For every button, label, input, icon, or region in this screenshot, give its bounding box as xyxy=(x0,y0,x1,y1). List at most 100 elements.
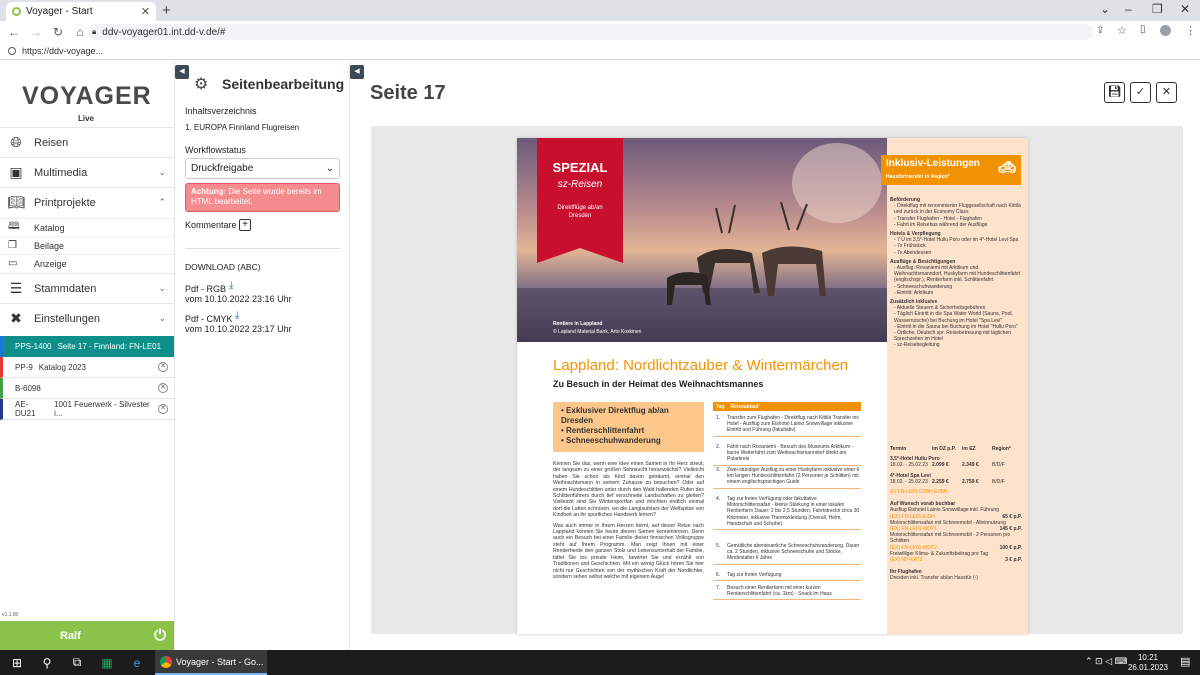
project-tab-b-6098[interactable]: B-6098 ✕ xyxy=(0,378,174,399)
extra-code: (EX) NH-KAT2 xyxy=(890,557,923,564)
side-panel-icon[interactable]: ▯ xyxy=(1140,24,1146,35)
itinerary-row: 2. Fahrt nach Rovaniemi - Besuch des Muse… xyxy=(713,442,861,466)
price-col: Termin xyxy=(890,446,907,452)
workflow-status-select[interactable]: Druckfreigabe ⌄ xyxy=(185,158,340,179)
insert-icon: ❐ xyxy=(8,240,17,251)
day-description: Fahrt nach Rovaniemi - Besuch des Museum… xyxy=(727,444,854,463)
day-description: Tag zur freien Verfügung oder fakultativ… xyxy=(727,496,860,527)
project-name: Katalog 2023 xyxy=(38,362,86,372)
url-field[interactable]: 🔒︎ ddv-voyager01.int.dd-v.de/# xyxy=(88,24,1093,40)
sub-katalog[interactable]: 🕮︎ Katalog xyxy=(0,218,174,236)
nav-einstellungen[interactable]: ✖︎ Einstellungen ⌄ xyxy=(0,303,174,333)
home-icon[interactable]: ⌂ xyxy=(72,25,88,39)
close-project-icon[interactable]: ✕ xyxy=(158,383,168,393)
day-number: 2. xyxy=(716,444,721,450)
back-icon[interactable]: ← xyxy=(6,25,22,39)
browser-tab[interactable]: Voyager - Start ✕ xyxy=(6,2,156,21)
inclusive-item: - Direktflug mit renommierter Fluggesell… xyxy=(894,203,1021,216)
price-cell: 18.02. - 25.02.23 xyxy=(890,478,928,485)
url-text: ddv-voyager01.int.dd-v.de/# xyxy=(102,26,226,38)
restore-icon[interactable]: ❐ xyxy=(1152,2,1163,16)
bookmark-link[interactable]: https://ddv-voyage... xyxy=(22,46,103,56)
project-code: PPS-1400 xyxy=(15,342,52,351)
add-comment-icon[interactable]: + xyxy=(239,219,251,231)
price-cell: 2.349 € xyxy=(962,462,979,469)
download-icon[interactable]: ⤓ xyxy=(235,310,239,321)
share-icon[interactable]: ⇪ xyxy=(1096,25,1104,36)
price-cell: B/D/F xyxy=(992,478,1005,485)
confirm-button[interactable]: ✓ xyxy=(1130,82,1151,103)
minimize-icon[interactable]: – xyxy=(1125,2,1132,16)
sub-label: Katalog xyxy=(34,222,65,233)
chevron-down-icon: ⌄ xyxy=(158,167,166,177)
collapse-sidebar-button[interactable]: ◀ xyxy=(175,65,189,79)
download-label: DOWNLOAD (ABC) xyxy=(185,262,261,272)
chevron-down-icon: ⌄ xyxy=(158,283,166,293)
windows-start-icon[interactable]: ⊞ xyxy=(2,656,32,670)
highlights-box: • Exklusiver Direktflug ab/an Dresden • … xyxy=(553,402,704,452)
taskbar-clock[interactable]: 10:21 26.01.2023 xyxy=(1128,653,1168,673)
sub-beilage[interactable]: ❐ Beilage xyxy=(0,236,174,254)
tray-icons[interactable]: ⌃ ⊡ ◁ ⌨ xyxy=(1085,656,1128,667)
voyager-logo: VOYAGER xyxy=(22,82,152,110)
price-col: im EZ xyxy=(962,446,976,452)
reload-icon[interactable]: ↻ xyxy=(50,25,66,39)
project-tab-pp-9[interactable]: PP-9 Katalog 2023 ✕ xyxy=(0,357,174,378)
article-subhead: Zu Besuch in der Heimat des Weihnachtsma… xyxy=(553,379,764,389)
notification-icon[interactable]: ▤ xyxy=(1180,655,1190,668)
close-tab-icon[interactable]: ✕ xyxy=(141,5,150,18)
spezial-ribbon: SPEZIAL sz-Reisen Direktflüge ab/an Dres… xyxy=(537,138,623,263)
task-view-icon[interactable]: ⧉ xyxy=(62,655,92,670)
search-icon[interactable]: ⚲ xyxy=(32,656,62,670)
download-rgb-date: vom 10.10.2022 23:16 Uhr xyxy=(185,294,292,304)
workflow-status-value: Druckfreigabe xyxy=(191,163,254,174)
nav-reisen[interactable]: 🌐︎ Reisen xyxy=(0,127,174,157)
close-project-icon[interactable]: ✕ xyxy=(158,404,168,414)
forward-icon[interactable]: → xyxy=(28,25,44,39)
alert-bold: Achtung: xyxy=(191,187,227,196)
price-cell: B/D/F xyxy=(992,462,1005,469)
project-tab-pps-1400[interactable]: PPS-1400 Seite 17 - Finnland: FN-LE01 xyxy=(0,336,174,357)
tools-icon: ✖︎ xyxy=(10,310,22,326)
app-version: v1.1.80 xyxy=(2,612,19,618)
price-col: im DZ p.P. xyxy=(932,446,956,452)
extra-price: 65 € p.P. xyxy=(1002,513,1022,520)
new-tab-icon[interactable]: + xyxy=(162,2,171,19)
close-project-icon[interactable]: ✕ xyxy=(158,362,168,372)
logo-subtitle: Live xyxy=(78,114,95,123)
edge-icon[interactable]: e xyxy=(122,656,152,670)
user-name[interactable]: Ralf xyxy=(60,630,81,642)
user-bar: Ralf ⏻ xyxy=(0,621,174,650)
nav-stammdaten[interactable]: ☰ Stammdaten ⌄ xyxy=(0,273,174,303)
project-code: AE-DU21 xyxy=(15,400,36,418)
bookmark-star-icon[interactable]: ☆ xyxy=(1117,24,1127,37)
menu-dots-icon[interactable]: ⋮ xyxy=(1185,24,1196,37)
catalog-page-preview[interactable]: Rentiere in Lappland © Lapland Material … xyxy=(517,138,1028,634)
page-title: Seite 17 xyxy=(370,82,446,104)
catalog-icon: 🕮︎ xyxy=(8,221,20,232)
profile-avatar-icon[interactable] xyxy=(1160,25,1171,36)
divider xyxy=(185,248,340,249)
close-window-icon[interactable]: ✕ xyxy=(1180,2,1190,16)
article-headline: Lappland: Nordlichtzauber & Wintermärche… xyxy=(553,357,849,374)
sub-anzeige[interactable]: ▭ Anzeige xyxy=(0,254,174,272)
nav-printprojekte[interactable]: 📖︎ Printprojekte ⌃ xyxy=(0,187,174,217)
sub-label: Beilage xyxy=(34,240,65,251)
project-tab-ae-du21[interactable]: AE-DU21 1001 Feuerwerk - Silvester i... … xyxy=(0,399,174,420)
close-button[interactable]: ✕ xyxy=(1156,82,1177,103)
tab-search-icon[interactable]: ⌄ xyxy=(1100,2,1110,16)
excel-icon[interactable]: ▦ xyxy=(92,656,122,670)
price-col: Region* xyxy=(992,446,1011,452)
itinerary-col: Tag xyxy=(716,403,725,410)
collapse-panel-button[interactable]: ◀ xyxy=(350,65,364,79)
power-icon[interactable]: ⏻ xyxy=(154,627,166,644)
nav-multimedia[interactable]: ▣ Multimedia ⌄ xyxy=(0,157,174,187)
download-icon[interactable]: ⤓ xyxy=(229,280,233,291)
globe-bookmark-icon xyxy=(8,47,16,55)
itinerary-row: 5. Gemütliche abenteuerliche Schneeschuhw… xyxy=(713,541,861,565)
save-button[interactable]: 💾︎ xyxy=(1104,82,1125,103)
globe-icon: 🌐︎ xyxy=(10,134,22,150)
nav-label: Printprojekte xyxy=(34,196,96,209)
toc-item[interactable]: 1. EUROPA Finnland Flugreisen xyxy=(185,123,299,132)
chrome-taskbar-button[interactable]: Voyager - Start - Go... xyxy=(155,650,267,675)
